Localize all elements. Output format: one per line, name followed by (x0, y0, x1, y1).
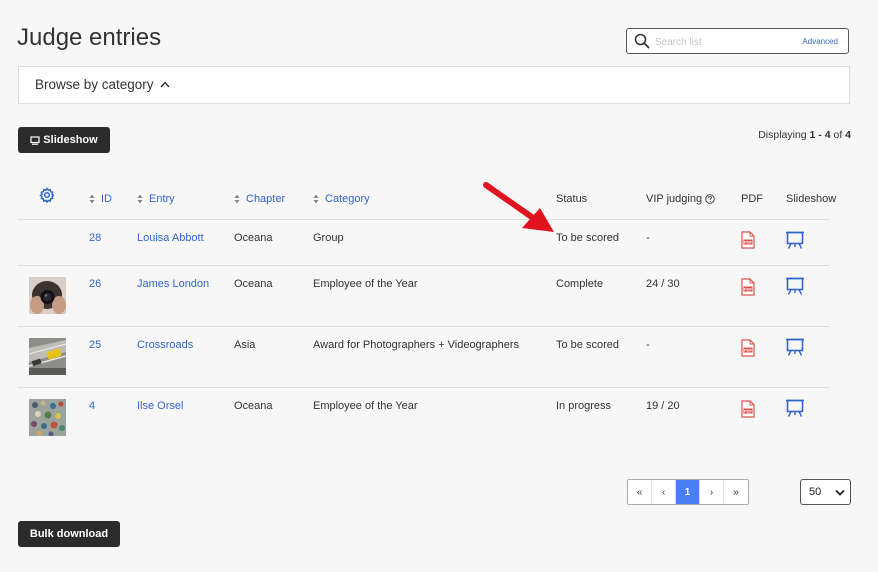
entry-status: To be scored (556, 232, 619, 244)
column-header-chapter[interactable]: Chapter (234, 193, 285, 205)
entry-vip-judging: - (646, 339, 650, 351)
sort-icon (313, 194, 319, 204)
browse-by-category-label: Browse by category (35, 77, 154, 92)
entry-chapter: Oceana (234, 278, 273, 290)
entry-category: Award for Photographers + Videographers (313, 339, 519, 351)
pdf-icon[interactable]: PDF (741, 278, 755, 296)
entry-status: To be scored (556, 339, 619, 351)
pagination-prev-button[interactable]: ‹ (652, 480, 676, 504)
pagination-last-button[interactable]: » (724, 480, 748, 504)
row-divider (18, 219, 829, 220)
gear-icon[interactable] (39, 187, 55, 203)
entry-name-link[interactable]: Crossroads (137, 339, 193, 351)
bulk-download-label: Bulk download (29, 528, 109, 540)
column-header-pdf: PDF (741, 193, 763, 205)
pagination-next-button[interactable]: › (700, 480, 724, 504)
entry-id-link[interactable]: 25 (89, 339, 101, 351)
pagination: « ‹ 1 › » (627, 479, 749, 505)
entry-name-link[interactable]: James London (137, 278, 209, 290)
help-circle-icon[interactable] (705, 194, 715, 204)
entry-name-link[interactable]: Ilse Orsel (137, 400, 183, 412)
svg-text:PDF: PDF (744, 409, 753, 414)
column-header-id[interactable]: ID (89, 193, 112, 205)
search-box[interactable]: Advanced (626, 28, 849, 54)
entry-thumbnail[interactable] (29, 277, 66, 314)
entry-category: Group (313, 232, 344, 244)
sort-icon (89, 194, 95, 204)
entry-vip-judging: 19 / 20 (646, 400, 680, 412)
column-header-category[interactable]: Category (313, 193, 370, 205)
bulk-download-button[interactable]: Bulk download (18, 521, 120, 547)
entry-chapter: Oceana (234, 232, 273, 244)
browse-by-category-panel[interactable]: Browse by category (18, 66, 850, 104)
column-header-slideshow: Slideshow (786, 193, 837, 205)
entry-category: Employee of the Year (313, 400, 418, 412)
chevron-down-icon (835, 489, 845, 496)
monitor-icon (30, 135, 40, 145)
entry-chapter: Oceana (234, 400, 273, 412)
entry-id-link[interactable]: 28 (89, 232, 101, 244)
entry-thumbnail[interactable] (29, 338, 66, 375)
slideshow-easel-icon[interactable] (785, 337, 805, 357)
search-icon (634, 33, 650, 49)
entry-status: Complete (556, 278, 604, 290)
entry-id-link[interactable]: 4 (89, 400, 95, 412)
search-input[interactable] (653, 32, 792, 52)
advanced-search-link[interactable]: Advanced (802, 37, 838, 46)
slideshow-button[interactable]: Slideshow (18, 127, 110, 153)
pdf-icon[interactable]: PDF (741, 231, 755, 249)
sort-icon (137, 194, 143, 204)
entry-vip-judging: 24 / 30 (646, 278, 680, 290)
entry-status: In progress (556, 400, 612, 412)
column-header-vip-judging: VIP judging (646, 193, 715, 205)
pagination-page-button[interactable]: 1 (676, 480, 700, 504)
pagination-first-button[interactable]: « (628, 480, 652, 504)
pdf-icon[interactable]: PDF (741, 339, 755, 357)
row-divider (18, 265, 829, 266)
column-header-entry[interactable]: Entry (137, 193, 175, 205)
entry-vip-judging: - (646, 232, 650, 244)
annotation-arrow (483, 182, 554, 232)
slideshow-button-label: Slideshow (43, 134, 98, 146)
per-page-value: 50 (809, 486, 822, 498)
svg-text:PDF: PDF (744, 287, 753, 292)
slideshow-easel-icon[interactable] (785, 230, 805, 250)
slideshow-easel-icon[interactable] (785, 276, 805, 296)
entry-id-link[interactable]: 26 (89, 278, 101, 290)
chevron-up-icon (160, 81, 170, 88)
row-divider (18, 387, 829, 388)
per-page-select[interactable]: 50 (800, 479, 851, 505)
displaying-count: Displaying 1 - 4 of 4 (758, 129, 851, 141)
entry-thumbnail[interactable] (29, 399, 66, 436)
column-header-status: Status (556, 193, 588, 205)
svg-text:PDF: PDF (744, 240, 753, 245)
pdf-icon[interactable]: PDF (741, 400, 755, 418)
entry-name-link[interactable]: Louisa Abbott (137, 232, 204, 244)
entry-category: Employee of the Year (313, 278, 418, 290)
row-divider (18, 326, 829, 327)
entry-chapter: Asia (234, 339, 256, 351)
sort-icon (234, 194, 240, 204)
svg-text:PDF: PDF (744, 348, 753, 353)
slideshow-easel-icon[interactable] (785, 398, 805, 418)
page-title: Judge entries (17, 24, 162, 51)
